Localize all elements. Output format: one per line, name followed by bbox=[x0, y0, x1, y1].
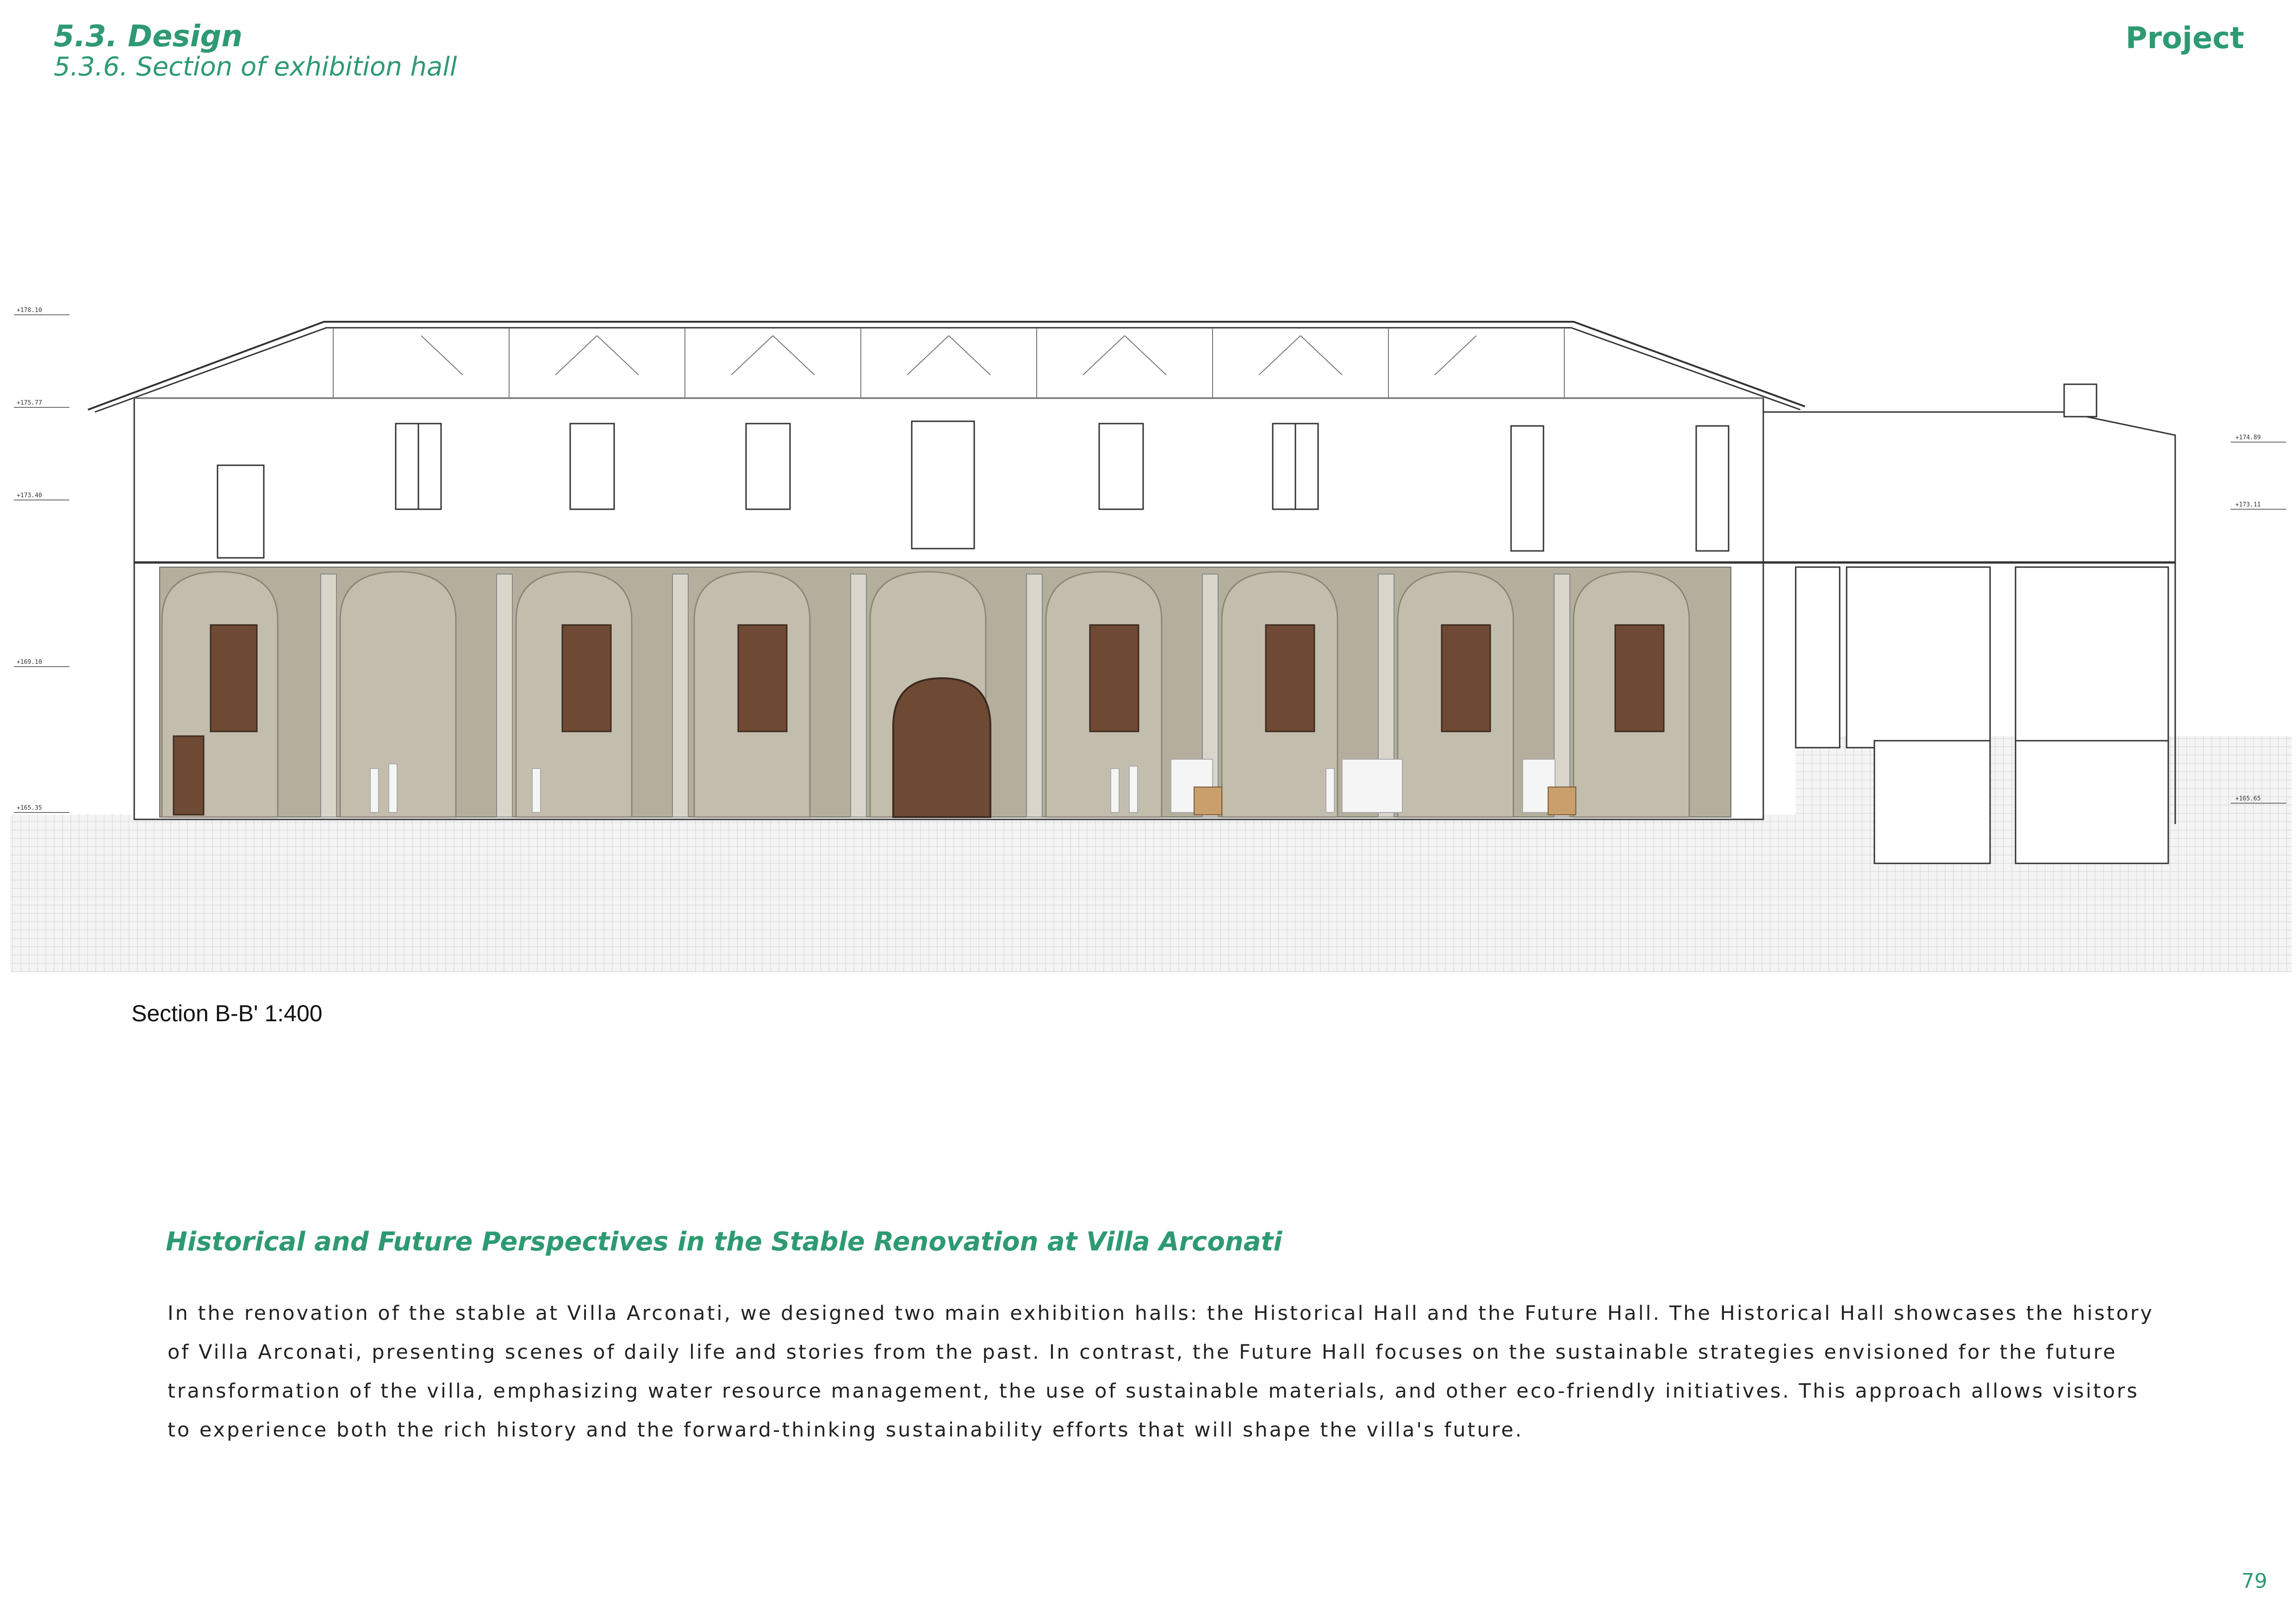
level-label-3: +173.40 bbox=[17, 492, 42, 499]
roof bbox=[87, 321, 1805, 411]
body-paragraph: In the renovation of the stable at Villa… bbox=[168, 1302, 2154, 1442]
level-label-r1: +174.89 bbox=[2235, 434, 2261, 441]
level-markers-left bbox=[14, 314, 69, 813]
page-number: 79 bbox=[2241, 1569, 2267, 1593]
level-label-2: +175.77 bbox=[17, 400, 42, 406]
text-heading: Historical and Future Perspectives in th… bbox=[166, 1227, 1282, 1257]
main-door bbox=[892, 677, 991, 818]
drawing-caption: Section B-B' 1:400 bbox=[131, 1000, 323, 1026]
level-label-5: +165.35 bbox=[17, 805, 42, 812]
level-label-r3: +165.65 bbox=[2235, 795, 2261, 802]
level-label-r2: +173.11 bbox=[2235, 501, 2261, 508]
chapter-label: Project bbox=[2125, 21, 2244, 56]
section-drawing: +178.10 +175.77 +173.40 +169.10 +165.35 … bbox=[10, 307, 2292, 972]
section-title: 5.3. Design bbox=[54, 19, 243, 54]
level-label-1: +178.10 bbox=[17, 307, 42, 314]
level-label-4: +169.10 bbox=[17, 659, 42, 666]
section-subtitle: 5.3.6. Section of exhibition hall bbox=[54, 52, 457, 82]
